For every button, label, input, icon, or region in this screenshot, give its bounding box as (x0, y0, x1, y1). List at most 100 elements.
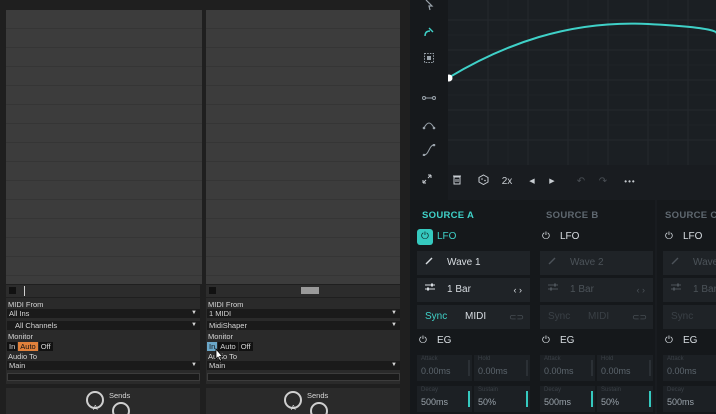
power-icon[interactable]: ⏻ (665, 225, 673, 249)
clip-slot-grid[interactable] (206, 10, 400, 284)
audio-channel-select[interactable] (7, 373, 200, 381)
midi-button[interactable]: MIDI (465, 305, 486, 329)
source-b-eg-toggle[interactable]: ⏻ EG (540, 330, 653, 352)
monitor-off-button[interactable]: Off (238, 342, 253, 351)
attack-label: Attack (667, 356, 684, 362)
hold-knob[interactable]: Hold 0.00ms (474, 355, 530, 381)
randomize-dice-icon[interactable] (476, 174, 490, 190)
rate-stepper-icon[interactable]: ‹ › (514, 278, 523, 302)
more-options-button[interactable]: ••• (620, 174, 640, 190)
decay-value: 500ms (544, 397, 572, 407)
clip-slot-grid[interactable] (6, 10, 202, 284)
attack-value: 0.00ms (667, 366, 697, 376)
midi-from-select[interactable]: All Ins ▼ (7, 309, 200, 318)
chevron-down-icon: ▼ (191, 322, 197, 328)
sliders-icon (671, 278, 681, 302)
clip-stop-bar (206, 285, 400, 297)
select-tool-icon[interactable] (420, 52, 438, 68)
midi-clip-icon[interactable] (301, 287, 319, 294)
multiply-button[interactable]: 2x (500, 174, 514, 190)
monitor-label: Monitor (208, 332, 234, 341)
attack-knob[interactable]: Attack 0.00ms (417, 355, 472, 381)
wave-label: Wave 3 (693, 257, 716, 268)
hold-label: Hold (601, 356, 614, 362)
hold-knob[interactable]: Hold 0.00ms (597, 355, 653, 381)
sustain-knob[interactable]: Sustain 50% (597, 386, 653, 412)
midi-from-select[interactable]: 1 MIDI ▼ (207, 309, 400, 318)
chevron-down-icon: ▼ (391, 362, 397, 368)
expand-icon[interactable] (420, 174, 434, 190)
source-c-lfo-toggle[interactable]: ⏻ LFO (663, 225, 716, 249)
power-icon[interactable]: ⏻ (665, 330, 673, 352)
monitor-in-button[interactable]: In (7, 342, 18, 351)
draw-tool-icon[interactable] (420, 26, 438, 42)
monitor-off-button[interactable]: Off (38, 342, 53, 351)
decay-knob[interactable]: Decay 500ms (417, 386, 472, 412)
power-icon[interactable]: ⏻ (542, 225, 550, 249)
decay-value: 500ms (421, 397, 449, 407)
midi-button[interactable]: MIDI (588, 305, 609, 329)
source-a-eg-toggle[interactable]: ⏻ EG (417, 330, 530, 352)
curve-tool-icon[interactable] (420, 118, 438, 134)
sync-button[interactable]: Sync (425, 305, 447, 329)
decay-knob[interactable]: Decay 500ms (663, 386, 716, 412)
audio-channel-select[interactable] (207, 373, 400, 381)
stop-clip-button[interactable] (9, 287, 16, 294)
source-a-rate-select[interactable]: 1 Bar ‹ › (417, 278, 530, 302)
redo-icon[interactable]: ↷ (596, 174, 610, 190)
decay-label: Decay (421, 387, 439, 393)
hold-meter (526, 360, 528, 376)
undo-icon[interactable]: ↶ (574, 174, 588, 190)
power-icon[interactable]: ⏻ (417, 229, 433, 245)
shape-editor-graph[interactable] (445, 0, 716, 165)
attack-knob[interactable]: Attack 0.00ms (540, 355, 595, 381)
attack-meter (591, 360, 593, 376)
stop-clip-button[interactable] (209, 287, 216, 294)
pointer-tool-icon[interactable] (420, 0, 438, 16)
attack-knob[interactable]: Attack 0.00ms (663, 355, 716, 381)
sync-button[interactable]: Sync (548, 305, 570, 329)
sends-section: A Sends (206, 388, 400, 414)
hold-label: Hold (478, 356, 491, 362)
send-b-knob[interactable] (112, 402, 130, 414)
decay-value: 500ms (667, 397, 695, 407)
source-b-lfo-toggle[interactable]: ⏻ LFO (540, 225, 653, 249)
audio-to-select[interactable]: Main ▼ (207, 361, 400, 370)
source-c-rate-select[interactable]: 1 Bar (663, 278, 716, 302)
send-a-letter: A (291, 405, 296, 412)
link-icon[interactable]: ⊂⊃ (632, 305, 647, 329)
power-icon[interactable]: ⏻ (419, 330, 427, 352)
audio-to-select[interactable]: Main ▼ (7, 361, 200, 370)
pencil-icon (671, 251, 680, 275)
source-a-wave-select[interactable]: Wave 1 (417, 251, 530, 275)
decay-knob[interactable]: Decay 500ms (540, 386, 595, 412)
send-b-knob[interactable] (310, 402, 328, 414)
sync-button[interactable]: Sync (671, 305, 693, 329)
shift-right-icon[interactable]: ▶ (547, 174, 557, 190)
hold-meter (649, 360, 651, 376)
shift-left-icon[interactable]: ◀ (527, 174, 537, 190)
monitor-auto-button[interactable]: Auto (18, 342, 38, 351)
source-b-wave-select[interactable]: Wave 2 (540, 251, 653, 275)
shape-curve-canvas[interactable] (445, 0, 716, 165)
source-b-rate-select[interactable]: 1 Bar ‹ › (540, 278, 653, 302)
link-icon[interactable]: ⊂⊃ (509, 305, 524, 329)
eg-label: EG (683, 335, 698, 346)
source-b-sync-row: Sync MIDI ⊂⊃ (540, 305, 653, 329)
rate-stepper-icon[interactable]: ‹ › (637, 278, 646, 302)
midi-channel-select[interactable]: MidiShaper ▼ (207, 321, 400, 330)
lfo-label: LFO (560, 231, 580, 242)
source-a-lfo-toggle[interactable]: ⏻ LFO (417, 225, 530, 249)
sustain-knob[interactable]: Sustain 50% (474, 386, 530, 412)
source-c-wave-select[interactable]: Wave 3 (663, 251, 716, 275)
s-curve-tool-icon[interactable] (420, 143, 438, 160)
hold-value: 0.00ms (601, 366, 631, 376)
source-c-eg-toggle[interactable]: ⏻ EG (663, 330, 716, 352)
power-icon[interactable]: ⏻ (542, 330, 550, 352)
midi-channel-select[interactable]: All Channels ▼ (7, 321, 200, 330)
decay-label: Decay (667, 387, 685, 393)
source-b-panel: SOURCE B ⏻ LFO Wave 2 1 Bar ‹ › Sync MID… (534, 200, 655, 414)
decay-meter (591, 391, 593, 407)
trash-icon[interactable] (450, 174, 464, 190)
line-tool-icon[interactable] (420, 92, 438, 108)
